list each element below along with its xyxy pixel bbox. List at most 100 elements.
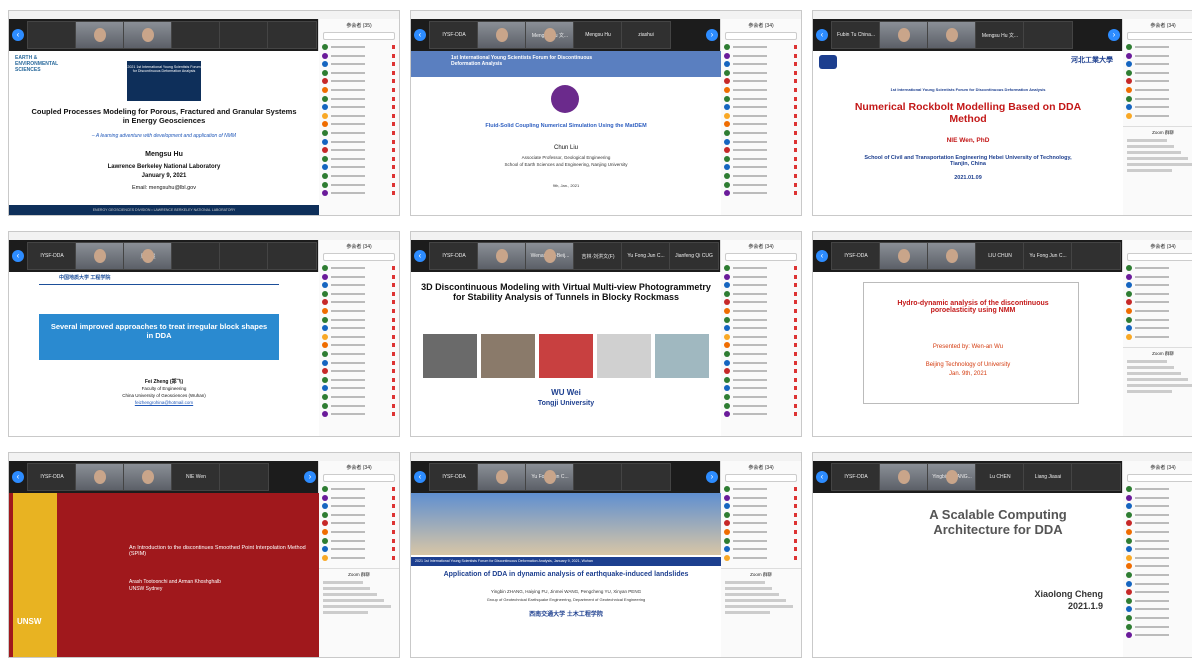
participant-video-thumb[interactable]: IYSF-DDA — [27, 242, 77, 270]
participant-row[interactable] — [721, 307, 801, 316]
participant-row[interactable] — [1123, 528, 1192, 537]
participant-row[interactable] — [1123, 605, 1192, 614]
participant-search-input[interactable] — [725, 253, 797, 261]
participant-row[interactable] — [319, 350, 399, 359]
participant-row[interactable] — [319, 281, 399, 290]
participant-row[interactable] — [721, 189, 801, 198]
participant-search-input[interactable] — [1127, 474, 1192, 482]
participant-row[interactable] — [721, 181, 801, 190]
participant-row[interactable] — [319, 69, 399, 78]
participant-search-input[interactable] — [323, 32, 395, 40]
participant-video-thumb[interactable] — [477, 463, 527, 491]
participant-video-thumb[interactable] — [573, 463, 623, 491]
next-arrow-icon[interactable]: › — [706, 29, 718, 41]
participant-video-thumb[interactable] — [171, 21, 221, 49]
participant-row[interactable] — [1123, 60, 1192, 69]
participant-row[interactable] — [721, 172, 801, 181]
prev-arrow-icon[interactable]: ‹ — [816, 471, 828, 483]
participant-row[interactable] — [1123, 580, 1192, 589]
participant-row[interactable] — [721, 155, 801, 164]
participant-row[interactable] — [319, 120, 399, 129]
participant-video-thumb[interactable] — [879, 463, 929, 491]
next-arrow-icon[interactable]: › — [1108, 29, 1120, 41]
next-arrow-icon[interactable]: › — [304, 471, 316, 483]
participant-row[interactable] — [1123, 86, 1192, 95]
participant-row[interactable] — [319, 60, 399, 69]
participant-video-thumb[interactable] — [621, 463, 671, 491]
participant-video-thumb[interactable]: IYSF-DDA — [27, 463, 77, 491]
participant-row[interactable] — [319, 307, 399, 316]
participant-row[interactable] — [319, 402, 399, 411]
participant-row[interactable] — [721, 281, 801, 290]
prev-arrow-icon[interactable]: ‹ — [414, 250, 426, 262]
participant-row[interactable] — [319, 367, 399, 376]
participant-row[interactable] — [721, 402, 801, 411]
participant-row[interactable] — [721, 273, 801, 282]
participant-row[interactable] — [721, 502, 801, 511]
participant-video-thumb[interactable] — [1071, 463, 1121, 491]
participant-video-thumb[interactable] — [1023, 21, 1073, 49]
participant-video-thumb[interactable]: Wenan Wu-Beij... — [525, 242, 575, 270]
participant-row[interactable] — [721, 511, 801, 520]
participant-row[interactable] — [1123, 519, 1192, 528]
participant-row[interactable] — [319, 163, 399, 172]
prev-arrow-icon[interactable]: ‹ — [414, 471, 426, 483]
participant-row[interactable] — [1123, 290, 1192, 299]
participant-row[interactable] — [319, 537, 399, 546]
participant-row[interactable] — [721, 333, 801, 342]
participant-video-thumb[interactable]: NIE Wen — [171, 463, 221, 491]
prev-arrow-icon[interactable]: ‹ — [12, 471, 24, 483]
participant-video-thumb[interactable]: Mengsu Hu 文... — [525, 21, 575, 49]
participant-video-thumb[interactable]: Lu CHEN — [975, 463, 1025, 491]
participant-row[interactable] — [1123, 273, 1192, 282]
participant-video-thumb[interactable]: 吉林·刘洪文(F) — [573, 242, 623, 270]
participant-row[interactable] — [721, 316, 801, 325]
participant-row[interactable] — [1123, 264, 1192, 273]
participant-row[interactable] — [319, 393, 399, 402]
participant-video-thumb[interactable] — [927, 242, 977, 270]
participant-video-thumb[interactable] — [219, 242, 269, 270]
participant-row[interactable] — [319, 494, 399, 503]
participant-row[interactable] — [1123, 281, 1192, 290]
participant-video-thumb[interactable]: 周强强 — [123, 242, 173, 270]
participant-row[interactable] — [721, 77, 801, 86]
participant-video-thumb[interactable] — [879, 21, 929, 49]
participant-search-input[interactable] — [323, 474, 395, 482]
participant-row[interactable] — [1123, 316, 1192, 325]
participant-row[interactable] — [319, 316, 399, 325]
participant-row[interactable] — [319, 545, 399, 554]
participant-row[interactable] — [319, 146, 399, 155]
participant-row[interactable] — [1123, 69, 1192, 78]
participant-row[interactable] — [319, 129, 399, 138]
participant-row[interactable] — [1123, 95, 1192, 104]
participant-row[interactable] — [721, 519, 801, 528]
participant-video-thumb[interactable] — [879, 242, 929, 270]
participant-row[interactable] — [721, 138, 801, 147]
participant-row[interactable] — [1123, 333, 1192, 342]
participant-row[interactable] — [721, 384, 801, 393]
participant-row[interactable] — [1123, 494, 1192, 503]
participant-row[interactable] — [721, 95, 801, 104]
participant-row[interactable] — [319, 273, 399, 282]
participant-video-thumb[interactable] — [219, 21, 269, 49]
participant-search-input[interactable] — [725, 32, 797, 40]
participant-row[interactable] — [319, 103, 399, 112]
participant-row[interactable] — [1123, 43, 1192, 52]
participant-video-thumb[interactable] — [123, 21, 173, 49]
participant-row[interactable] — [721, 69, 801, 78]
participant-row[interactable] — [1123, 502, 1192, 511]
participant-row[interactable] — [319, 298, 399, 307]
participant-video-thumb[interactable] — [927, 21, 977, 49]
prev-arrow-icon[interactable]: ‹ — [12, 29, 24, 41]
participant-video-thumb[interactable]: IYSF-DDA — [429, 463, 479, 491]
participant-row[interactable] — [721, 341, 801, 350]
participant-row[interactable] — [319, 86, 399, 95]
participant-row[interactable] — [1123, 588, 1192, 597]
participant-row[interactable] — [319, 333, 399, 342]
participant-video-thumb[interactable]: Yu Fong Jun C... — [1023, 242, 1073, 270]
participant-row[interactable] — [1123, 77, 1192, 86]
participant-row[interactable] — [319, 384, 399, 393]
participant-search-input[interactable] — [725, 474, 797, 482]
participant-video-thumb[interactable]: LIU CHUN — [975, 242, 1025, 270]
participant-row[interactable] — [319, 112, 399, 121]
